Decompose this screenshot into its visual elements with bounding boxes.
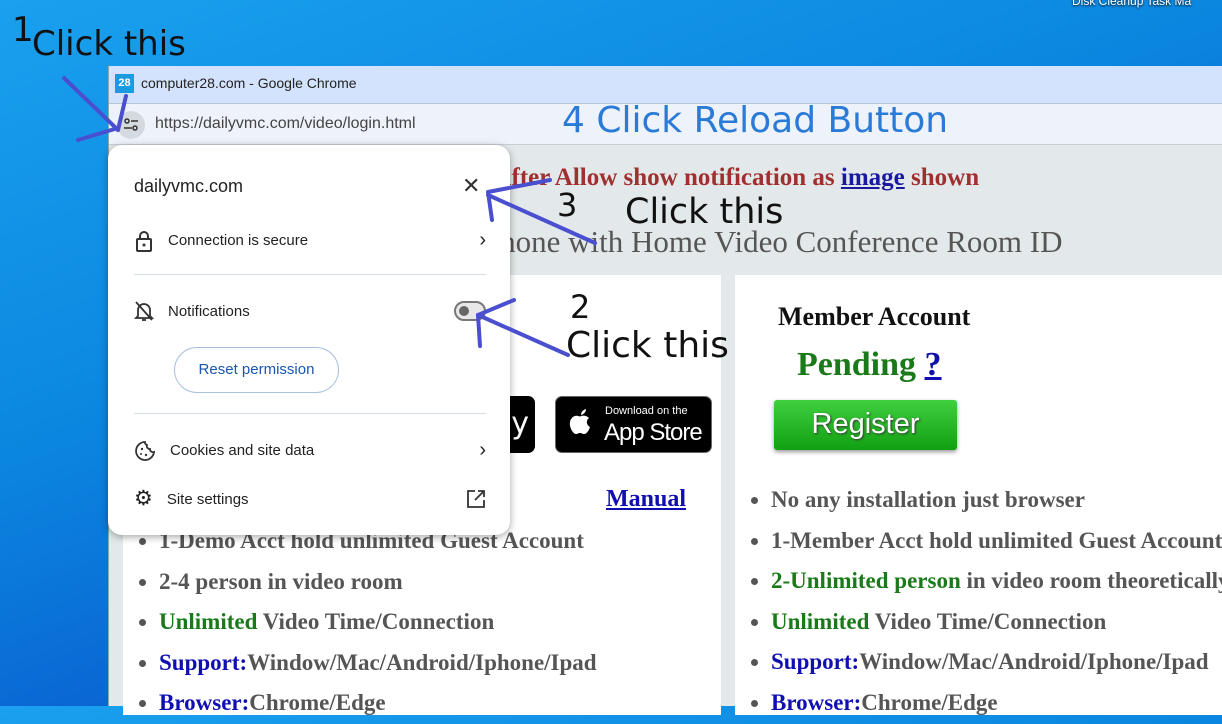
arrow-1 xyxy=(62,76,128,142)
arrow-2 xyxy=(475,298,570,357)
arrow-3 xyxy=(486,178,597,245)
annotation-arrows xyxy=(62,76,597,357)
